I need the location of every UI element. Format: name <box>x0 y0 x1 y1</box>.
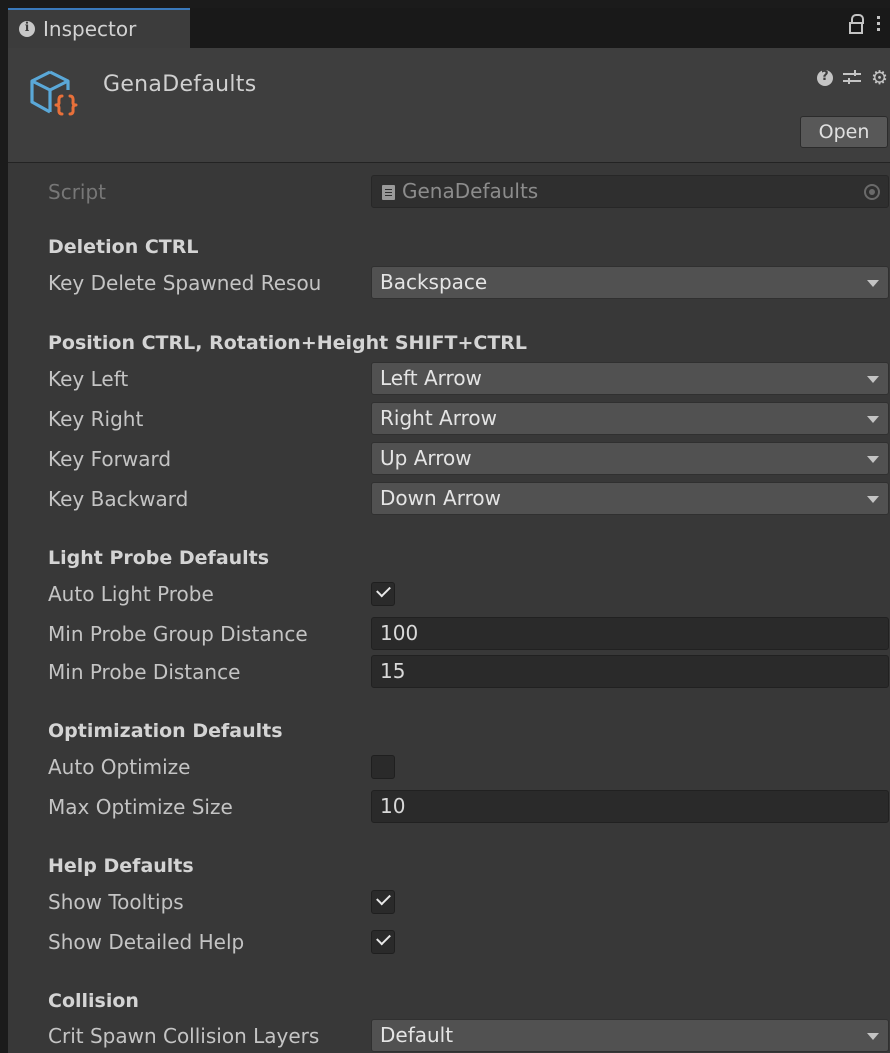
tab-actions <box>849 14 882 34</box>
key-forward-value: Up Arrow <box>380 446 472 470</box>
key-delete-value: Backspace <box>380 270 488 294</box>
key-delete-label: Key Delete Spawned Resou <box>48 271 322 295</box>
key-left-label: Key Left <box>48 367 129 391</box>
key-forward-dropdown[interactable]: Up Arrow <box>371 442 889 475</box>
show-tooltips-checkbox[interactable] <box>371 890 395 914</box>
section-header-help: Help Defaults <box>48 855 194 877</box>
show-detailed-help-label: Show Detailed Help <box>48 930 245 954</box>
key-forward-label: Key Forward <box>48 447 172 471</box>
key-forward-row: Key Forward Up Arrow <box>8 441 890 477</box>
auto-light-probe-checkbox[interactable] <box>371 582 395 606</box>
info-icon <box>19 20 35 37</box>
chevron-down-icon <box>867 456 879 463</box>
chevron-down-icon <box>867 376 879 383</box>
header-tools: ⚙ <box>816 69 888 88</box>
auto-optimize-row: Auto Optimize <box>8 749 890 785</box>
presets-icon[interactable] <box>842 70 861 86</box>
script-row: Script GenaDefaults <box>8 174 890 210</box>
auto-optimize-label: Auto Optimize <box>48 755 191 779</box>
gear-icon[interactable]: ⚙ <box>871 69 888 88</box>
key-left-value: Left Arrow <box>380 366 482 390</box>
show-tooltips-row: Show Tooltips <box>8 884 890 920</box>
kebab-menu-icon[interactable] <box>875 15 882 31</box>
key-backward-row: Key Backward Down Arrow <box>8 481 890 517</box>
key-left-row: Key Left Left Arrow <box>8 361 890 397</box>
min-probe-distance-label: Min Probe Distance <box>48 660 241 684</box>
min-probe-group-distance-value: 100 <box>380 621 419 645</box>
show-detailed-help-checkbox[interactable] <box>371 930 395 954</box>
key-right-row: Key Right Right Arrow <box>8 401 890 437</box>
chevron-down-icon <box>867 280 879 287</box>
min-probe-group-distance-label: Min Probe Group Distance <box>48 622 308 646</box>
auto-light-probe-label: Auto Light Probe <box>48 582 214 606</box>
key-right-value: Right Arrow <box>380 406 497 430</box>
lock-icon[interactable] <box>849 14 864 34</box>
help-icon[interactable] <box>816 69 833 86</box>
script-label: Script <box>48 180 107 204</box>
key-right-label: Key Right <box>48 407 144 431</box>
inspector-header: GenaDefaults ⚙ Open <box>8 48 890 163</box>
key-right-dropdown[interactable]: Right Arrow <box>371 402 889 435</box>
key-backward-dropdown[interactable]: Down Arrow <box>371 482 889 515</box>
script-value: GenaDefaults <box>402 179 539 203</box>
max-optimize-size-input[interactable]: 10 <box>371 790 889 823</box>
key-left-dropdown[interactable]: Left Arrow <box>371 362 889 395</box>
crit-spawn-layers-dropdown[interactable]: Default <box>371 1019 889 1052</box>
script-icon <box>382 185 395 200</box>
checkmark-icon <box>376 930 391 946</box>
scriptable-object-icon <box>30 70 78 116</box>
crit-spawn-layers-value: Default <box>380 1023 454 1047</box>
crit-spawn-layers-label: Crit Spawn Collision Layers <box>48 1024 320 1048</box>
key-delete-dropdown[interactable]: Backspace <box>371 266 889 299</box>
checkmark-icon <box>376 890 391 906</box>
tab-label: Inspector <box>43 17 137 41</box>
min-probe-distance-value: 15 <box>380 659 406 683</box>
section-header-position: Position CTRL, Rotation+Height SHIFT+CTR… <box>48 332 528 354</box>
chevron-down-icon <box>867 496 879 503</box>
min-probe-group-distance-row: Min Probe Group Distance 100 <box>8 616 890 652</box>
checkmark-icon <box>376 582 391 598</box>
tab-bar: Inspector <box>8 8 890 48</box>
show-detailed-help-row: Show Detailed Help <box>8 924 890 960</box>
section-header-collision: Collision <box>48 990 139 1012</box>
auto-optimize-checkbox[interactable] <box>371 755 395 779</box>
section-header-deletion: Deletion CTRL <box>48 236 199 258</box>
key-delete-row: Key Delete Spawned Resou Backspace <box>8 265 890 301</box>
min-probe-distance-row: Min Probe Distance 15 <box>8 654 890 690</box>
key-backward-value: Down Arrow <box>380 486 501 510</box>
asset-title: GenaDefaults <box>103 72 257 97</box>
auto-light-probe-row: Auto Light Probe <box>8 576 890 612</box>
inspector-window: Inspector GenaDefaults <box>8 8 890 1053</box>
chevron-down-icon <box>867 1033 879 1040</box>
script-object-field[interactable]: GenaDefaults <box>371 175 889 208</box>
show-tooltips-label: Show Tooltips <box>48 890 184 914</box>
max-optimize-size-row: Max Optimize Size 10 <box>8 789 890 825</box>
max-optimize-size-value: 10 <box>380 794 406 818</box>
max-optimize-size-label: Max Optimize Size <box>48 795 233 819</box>
min-probe-distance-input[interactable]: 15 <box>371 655 889 688</box>
section-header-light-probe: Light Probe Defaults <box>48 547 270 569</box>
object-picker-icon[interactable] <box>864 184 880 200</box>
open-button[interactable]: Open <box>800 116 888 148</box>
min-probe-group-distance-input[interactable]: 100 <box>371 617 889 650</box>
chevron-down-icon <box>867 416 879 423</box>
key-backward-label: Key Backward <box>48 487 189 511</box>
tab-inspector[interactable]: Inspector <box>8 8 190 48</box>
crit-spawn-layers-row: Crit Spawn Collision Layers Default <box>8 1018 890 1053</box>
section-header-optimization: Optimization Defaults <box>48 720 283 742</box>
